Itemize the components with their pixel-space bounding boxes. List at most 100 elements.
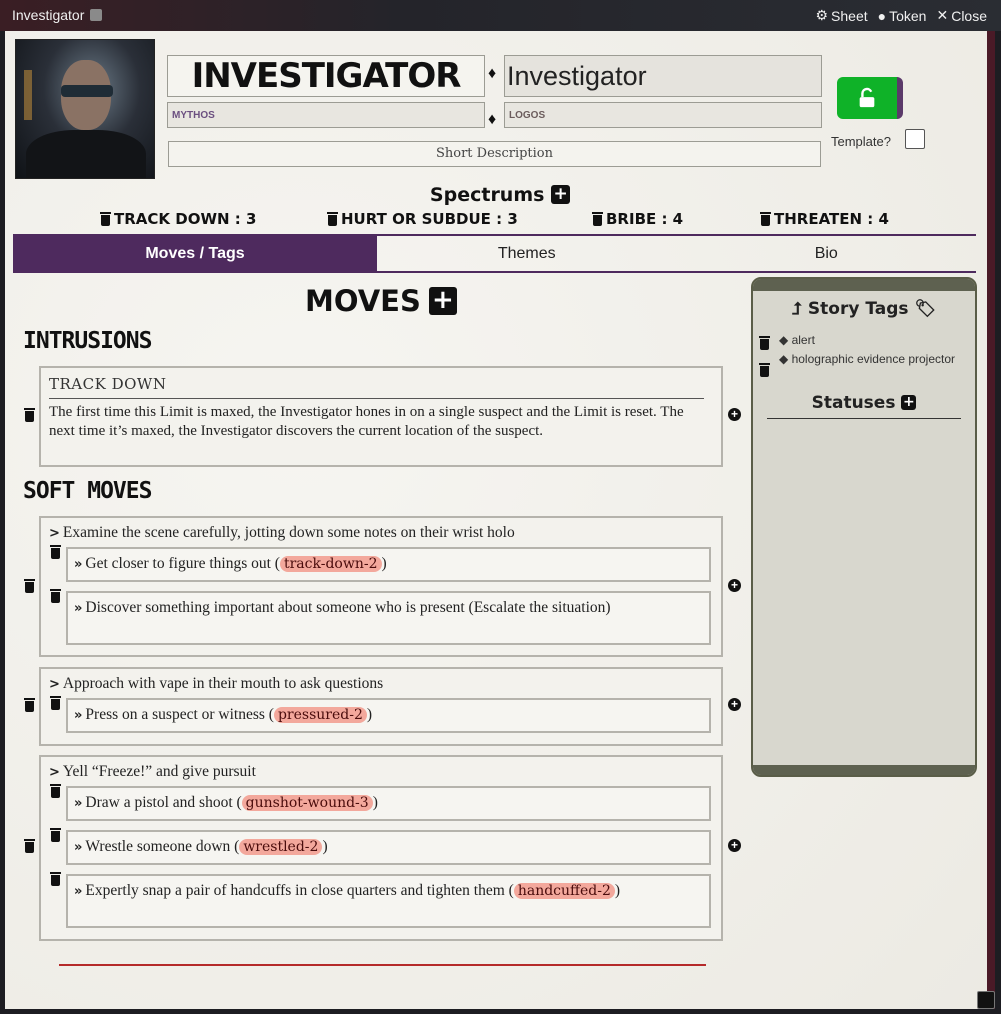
- trash-icon[interactable]: [759, 336, 770, 350]
- trash-icon[interactable]: [50, 784, 61, 798]
- close-label: Close: [951, 7, 987, 24]
- spectrums-header: Spectrums +: [5, 184, 995, 206]
- statuses-heading: Statuses +: [753, 393, 975, 413]
- sub-move-label: Expertly snap a pair of handcuffs in clo…: [85, 882, 514, 899]
- limit-divider: [49, 398, 704, 399]
- add-circle-icon[interactable]: +: [728, 839, 741, 852]
- arrow-up-icon[interactable]: ⮥: [792, 299, 802, 319]
- move-text: > Examine the scene carefully, jotting do…: [49, 524, 515, 542]
- token-label: Token: [889, 7, 927, 24]
- trash-icon[interactable]: [100, 212, 111, 226]
- move-text: > Yell “Freeze!” and give pursuit: [49, 763, 256, 781]
- trash-icon[interactable]: [760, 212, 771, 226]
- template-label: Template?: [831, 134, 891, 149]
- name-input[interactable]: Investigator: [504, 55, 822, 97]
- sub-move-suffix: ): [366, 706, 373, 723]
- trash-icon[interactable]: [50, 872, 61, 886]
- unlock-icon: [859, 87, 875, 108]
- character-portrait[interactable]: [15, 39, 155, 179]
- spectrum-item: THREATEN : 4: [760, 210, 889, 228]
- logos-field[interactable]: LOGOS: [504, 102, 822, 128]
- trash-icon[interactable]: [24, 839, 35, 853]
- sub-move-card: » Wrestle someone down (wrestled-2): [66, 830, 711, 865]
- resize-handle[interactable]: [977, 991, 995, 1009]
- trash-icon[interactable]: [50, 545, 61, 559]
- chevron-right-icon: >: [49, 765, 60, 780]
- status-tag[interactable]: track-down-2: [279, 556, 382, 572]
- sub-move-suffix: ): [614, 882, 621, 899]
- add-circle-icon[interactable]: +: [728, 579, 741, 592]
- intrusions-heading: INTRUSIONS: [23, 328, 152, 354]
- sub-move-card: » Get closer to figure things out (track-…: [66, 547, 711, 582]
- sheet-label: Sheet: [831, 7, 868, 24]
- double-chevron-icon: »: [74, 601, 83, 616]
- status-tag[interactable]: wrestled-2: [239, 839, 323, 855]
- statuses-title: Statuses: [811, 393, 896, 413]
- add-circle-icon[interactable]: +: [728, 698, 741, 711]
- move-text-label: Examine the scene carefully, jotting dow…: [62, 524, 515, 541]
- story-tag-item[interactable]: ◆ alert: [779, 331, 969, 350]
- sub-move-label: Press on a suspect or witness (: [85, 706, 274, 723]
- trash-icon[interactable]: [50, 696, 61, 710]
- trash-icon[interactable]: [50, 589, 61, 603]
- tag-icon[interactable]: 🏷: [914, 299, 936, 319]
- story-tags-title: Story Tags: [807, 299, 909, 319]
- trash-icon[interactable]: [24, 408, 35, 422]
- spectrum-label: THREATEN : 4: [774, 210, 889, 228]
- tag-icon: ◆: [779, 352, 789, 366]
- lock-toggle-button[interactable]: [837, 77, 903, 119]
- trash-icon[interactable]: [592, 212, 603, 226]
- close-button[interactable]: ✕ Close: [936, 7, 987, 24]
- window-titlebar[interactable]: Investigator ⚙ Sheet ● Token ✕ Close: [0, 0, 1001, 31]
- sub-move-suffix: ): [322, 838, 328, 855]
- double-chevron-icon: »: [74, 840, 83, 855]
- portrait-visor: [61, 85, 113, 97]
- token-button[interactable]: ● Token: [878, 7, 927, 24]
- window-title: Investigator: [12, 7, 103, 23]
- tab-bio[interactable]: Bio: [677, 236, 977, 271]
- character-sheet: INVESTIGATOR ♦ Investigator MYTHOS ♦ LOG…: [5, 31, 995, 1009]
- mythos-field[interactable]: MYTHOS: [167, 102, 485, 128]
- trash-icon[interactable]: [24, 698, 35, 712]
- chevron-right-icon: >: [49, 677, 60, 692]
- diamond-icon: ♦: [488, 111, 497, 128]
- short-description-field[interactable]: Short Description: [168, 141, 821, 167]
- tab-themes[interactable]: Themes: [377, 236, 677, 271]
- moves-heading: MOVES +: [305, 284, 457, 318]
- document-icon[interactable]: [90, 9, 103, 21]
- double-chevron-icon: »: [74, 557, 83, 572]
- moves-title: MOVES: [305, 284, 421, 318]
- add-spectrum-icon[interactable]: +: [551, 185, 571, 204]
- gear-icon: ⚙: [815, 7, 829, 23]
- soft-move-card: > Examine the scene carefully, jotting do…: [39, 516, 723, 657]
- spectrum-item: BRIBE : 4: [592, 210, 683, 228]
- status-tag[interactable]: gunshot-wound-3: [241, 795, 373, 811]
- spectrum-label: BRIBE : 4: [606, 210, 684, 228]
- sheet-tabs: Moves / Tags Themes Bio: [13, 234, 976, 273]
- status-tag[interactable]: pressured-2: [273, 707, 367, 723]
- add-move-icon[interactable]: +: [428, 287, 457, 315]
- tab-moves-tags[interactable]: Moves / Tags: [13, 236, 377, 271]
- sub-move-text: » Expertly snap a pair of handcuffs in cl…: [74, 882, 704, 901]
- sheet-button[interactable]: ⚙ Sheet: [815, 7, 867, 24]
- add-status-icon[interactable]: +: [901, 395, 917, 410]
- sub-move-label: Wrestle someone down (: [85, 838, 240, 855]
- trash-icon[interactable]: [759, 363, 770, 377]
- status-tag[interactable]: handcuffed-2: [513, 883, 615, 899]
- double-chevron-icon: »: [74, 884, 83, 899]
- spectrum-list: TRACK DOWN : 3 HURT OR SUBDUE : 3 BRIBE …: [5, 210, 995, 232]
- story-tag-item[interactable]: ◆ holographic evidence projector: [779, 350, 969, 369]
- trash-icon[interactable]: [327, 212, 338, 226]
- portrait-coat: [26, 130, 146, 178]
- sub-move-card: » Press on a suspect or witness (pressure…: [66, 698, 711, 733]
- trash-icon[interactable]: [24, 579, 35, 593]
- move-text: > Approach with vape in their mouth to as…: [49, 675, 383, 693]
- sub-move-card: » Discover something important about some…: [66, 591, 711, 645]
- user-circle-icon: ●: [877, 7, 887, 24]
- panel-bottom-band: [753, 765, 975, 775]
- sub-move-text: » Press on a suspect or witness (pressure…: [74, 706, 704, 725]
- sub-move-suffix: ): [372, 794, 378, 811]
- trash-icon[interactable]: [50, 828, 61, 842]
- template-checkbox[interactable]: [905, 129, 925, 149]
- add-circle-icon[interactable]: +: [728, 408, 741, 421]
